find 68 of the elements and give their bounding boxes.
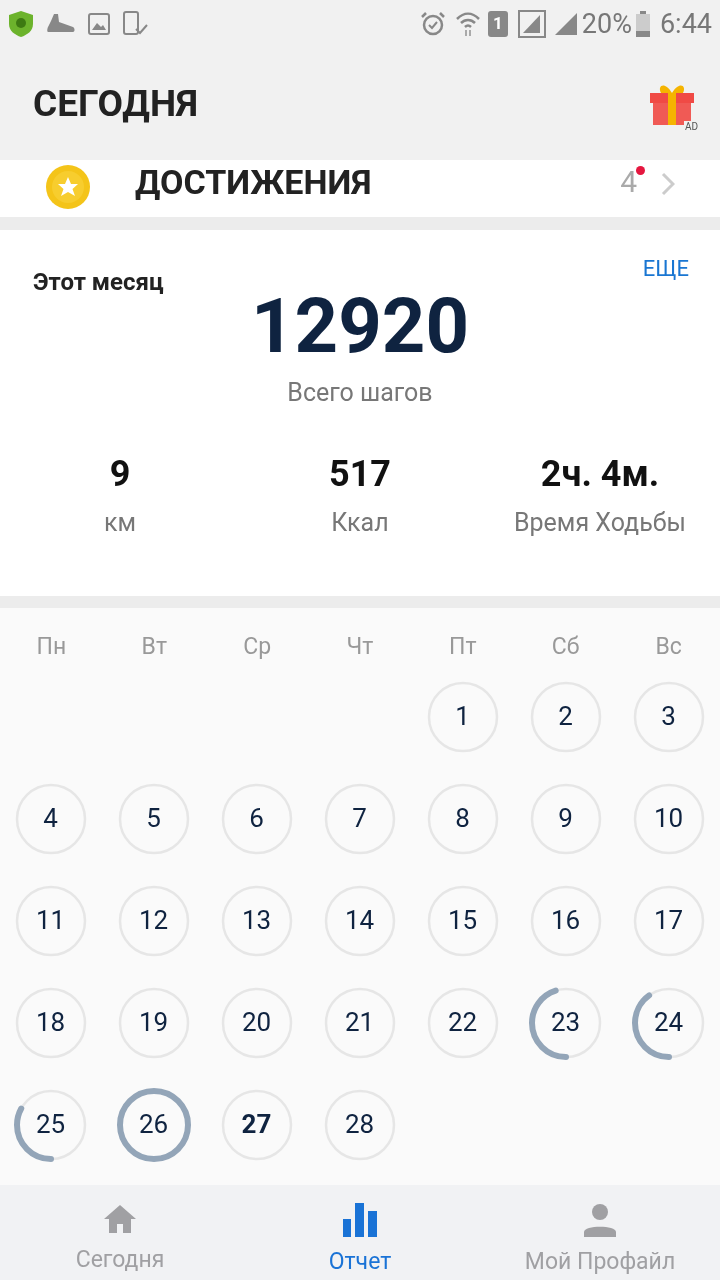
- stat-label: км: [103, 506, 137, 539]
- day-cell[interactable]: 12: [115, 882, 192, 959]
- day-cell[interactable]: 13: [218, 882, 295, 959]
- day-cell[interactable]: 17: [630, 882, 707, 959]
- day-cell[interactable]: 16: [527, 882, 604, 959]
- sneaker-icon: [46, 13, 76, 35]
- day-cell[interactable]: 4: [12, 780, 89, 857]
- weekday-label: Пн: [36, 632, 67, 662]
- day-cell[interactable]: 23: [527, 984, 604, 1061]
- weekday-label: Ср: [243, 632, 272, 662]
- image-icon: [88, 13, 110, 35]
- card-title: Этот месяц: [33, 267, 165, 298]
- stat-value: 2ч. 4м.: [540, 453, 660, 494]
- day-cell[interactable]: 26: [115, 1086, 192, 1163]
- day-cell[interactable]: 27: [218, 1086, 295, 1163]
- chevron-icon: [661, 172, 675, 196]
- day-cell[interactable]: 8: [424, 780, 501, 857]
- day-cell[interactable]: 24: [630, 984, 707, 1061]
- star-medal-icon: [45, 164, 91, 210]
- stat-label: Ккал: [331, 506, 389, 539]
- day-cell[interactable]: 7: [321, 780, 398, 857]
- home-icon: [103, 1203, 137, 1235]
- day-cell[interactable]: 6: [218, 780, 295, 857]
- stat-label: Время Ходьбы: [513, 506, 686, 539]
- steps-label: Всего шагов: [287, 377, 433, 409]
- steps-total: 12920: [251, 286, 469, 366]
- day-cell[interactable]: 28: [321, 1086, 398, 1163]
- achievements-row[interactable]: ДОСТИЖЕНИЯ 4: [0, 160, 720, 217]
- signal-icon: [517, 10, 546, 38]
- day-cell[interactable]: 22: [424, 984, 501, 1061]
- battery-icon: [635, 11, 650, 37]
- weekday-label: Вс: [655, 632, 682, 662]
- shield-icon: [8, 10, 34, 38]
- day-cell[interactable]: 25: [12, 1086, 89, 1163]
- page-title: СЕГОДНЯ: [33, 81, 199, 128]
- stat-value: 517: [329, 453, 391, 494]
- phone-check-icon: [122, 11, 148, 37]
- bar-chart-icon: [343, 1203, 377, 1237]
- signal-icon: [553, 12, 578, 36]
- stat-value: 9: [109, 453, 131, 494]
- achievements-count: 4: [620, 164, 637, 200]
- weekday-label: Вт: [141, 632, 167, 662]
- clock: 6:44: [659, 6, 712, 42]
- day-cell[interactable]: 15: [424, 882, 501, 959]
- day-cell[interactable]: 2: [527, 678, 604, 755]
- sim-badge: 1: [487, 11, 508, 37]
- weekday-label: Сб: [551, 632, 580, 662]
- alarm-icon: [419, 11, 446, 37]
- day-cell[interactable]: 10: [630, 780, 707, 857]
- day-cell[interactable]: 20: [218, 984, 295, 1061]
- day-cell[interactable]: 21: [321, 984, 398, 1061]
- person-icon: [583, 1203, 617, 1237]
- day-cell[interactable]: 19: [115, 984, 192, 1061]
- weekday-label: Чт: [346, 632, 374, 662]
- day-cell[interactable]: 1: [424, 678, 501, 755]
- nav-tab[interactable]: Отчет: [240, 1185, 480, 1280]
- day-cell[interactable]: 5: [115, 780, 192, 857]
- achievements-title: ДОСТИЖЕНИЯ: [135, 162, 373, 202]
- day-cell[interactable]: 11: [12, 882, 89, 959]
- more-link[interactable]: ЕЩЕ: [642, 252, 689, 285]
- wifi-icon: [455, 11, 480, 37]
- weekday-label: Пт: [449, 632, 477, 662]
- day-cell[interactable]: 14: [321, 882, 398, 959]
- battery-percent: 20%: [581, 6, 632, 42]
- day-cell[interactable]: 3: [630, 678, 707, 755]
- day-cell[interactable]: 18: [12, 984, 89, 1061]
- ad-badge: AD: [683, 121, 699, 133]
- day-cell[interactable]: 9: [527, 780, 604, 857]
